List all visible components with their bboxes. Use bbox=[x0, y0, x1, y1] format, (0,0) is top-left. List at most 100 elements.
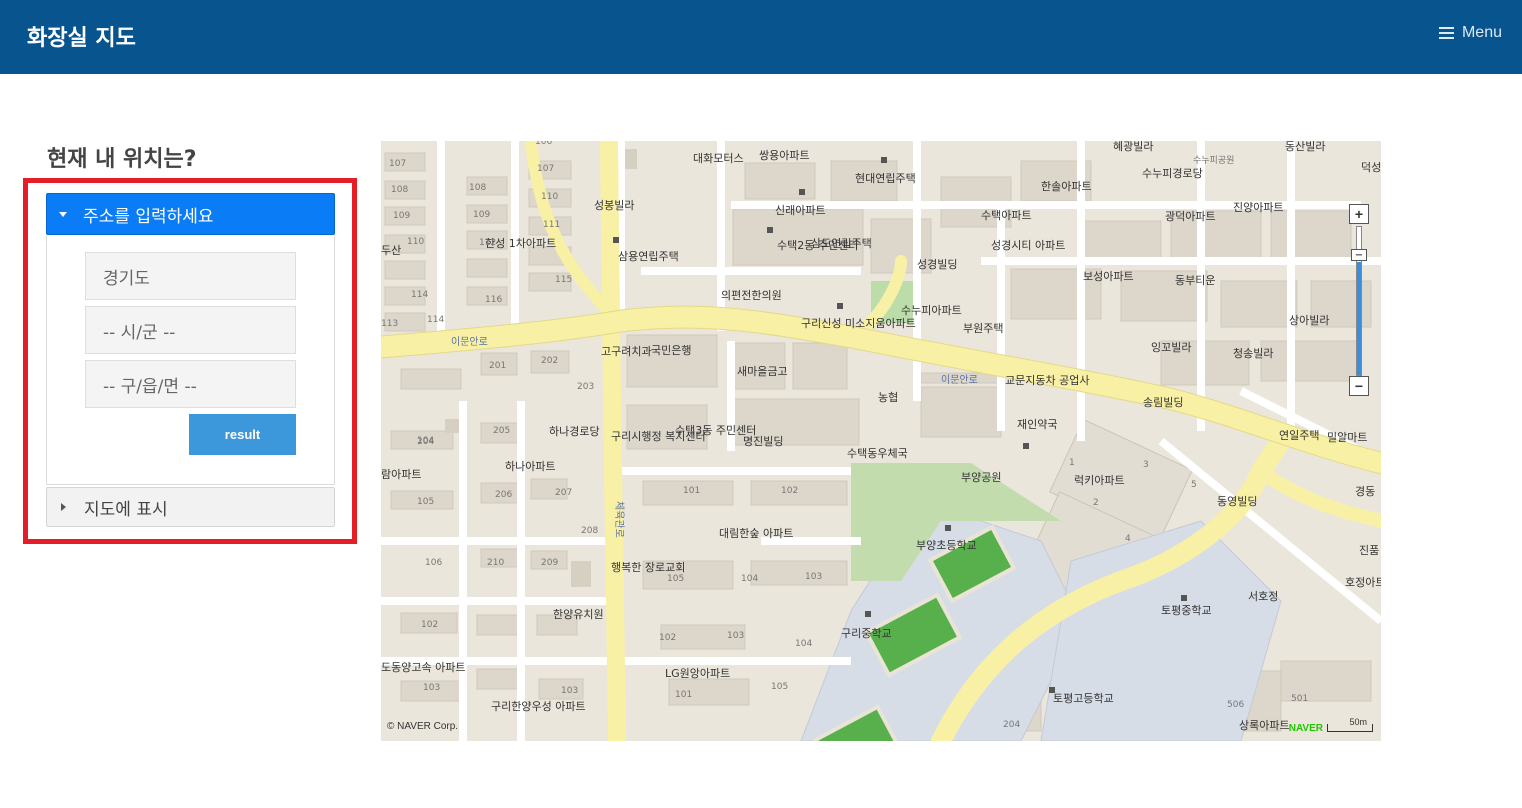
zoom-track-fill bbox=[1357, 262, 1361, 375]
map-label: 삼용연립주택 bbox=[618, 250, 679, 263]
building-number: 5 bbox=[1191, 480, 1197, 490]
map-label: 경동 bbox=[1355, 485, 1375, 498]
map-label: 대화모터스 bbox=[693, 152, 744, 165]
address-panel-header[interactable]: 주소를 입력하세요 bbox=[46, 193, 335, 235]
map-label: 부원주택 bbox=[963, 322, 1003, 335]
building-number: 110 bbox=[407, 237, 424, 247]
map-label: 상아빌라 bbox=[1289, 314, 1329, 327]
caret-down-icon bbox=[59, 211, 67, 217]
map-label: 고구려치과 bbox=[601, 345, 652, 358]
map-label: 신래아파트 bbox=[775, 204, 826, 217]
building-number: 101 bbox=[683, 486, 700, 496]
building-number: 103 bbox=[561, 686, 578, 696]
map-label: 구리신성 미소지움아파트 bbox=[801, 317, 916, 330]
map-label: 명진빌딩 bbox=[743, 435, 783, 448]
city-select[interactable]: -- 시/군 -- bbox=[85, 306, 296, 354]
building-number: 115 bbox=[555, 275, 572, 285]
poi-marker bbox=[1023, 443, 1029, 449]
map-label: 진품 bbox=[1359, 544, 1379, 557]
building-number: 107 bbox=[537, 164, 554, 174]
building-number: 102 bbox=[781, 486, 798, 496]
map-label: 광덕아파트 bbox=[1165, 210, 1216, 223]
building-number: 1 bbox=[1069, 458, 1075, 468]
district-select[interactable]: -- 구/읍/면 -- bbox=[85, 360, 296, 408]
map-label: 새마을금고 bbox=[737, 365, 788, 378]
map-label: 현대연립주택 bbox=[855, 172, 916, 185]
building-number: 113 bbox=[381, 319, 398, 329]
map-label: 송림빌딩 bbox=[1143, 396, 1183, 409]
map-label: 구리중학교 bbox=[841, 627, 892, 640]
zoom-out-button[interactable]: − bbox=[1349, 376, 1369, 396]
map-label: 농협 bbox=[878, 391, 898, 404]
map-label: 덕성 bbox=[1361, 161, 1381, 174]
poi-marker bbox=[767, 227, 773, 233]
zoom-in-button[interactable]: + bbox=[1349, 204, 1369, 224]
map-view[interactable]: 이문안로 이문안로 체육관로 대화모터스 쌍용아파트 현대연립주택 혜광빌라 수… bbox=[381, 141, 1381, 741]
building-number: 103 bbox=[727, 631, 744, 641]
building-number: 108 bbox=[469, 183, 486, 193]
building-number: 114 bbox=[427, 315, 444, 325]
zoom-slider-handle[interactable]: − bbox=[1351, 249, 1367, 261]
building-number: 110 bbox=[541, 192, 558, 202]
building-number: 204 bbox=[1003, 720, 1020, 730]
map-label: 연일주택 bbox=[1279, 428, 1319, 442]
map-label: 호정아트 bbox=[1345, 576, 1381, 589]
app-title[interactable]: 화장실 지도 bbox=[27, 20, 136, 52]
map-label: 동산빌라 bbox=[1285, 141, 1325, 153]
map-label: 구리한양우성 아파트 bbox=[491, 700, 586, 713]
road-label: 이문안로 bbox=[941, 374, 978, 386]
building-number: 106 bbox=[535, 141, 552, 147]
map-canvas: 이문안로 이문안로 체육관로 대화모터스 쌍용아파트 현대연립주택 혜광빌라 수… bbox=[381, 141, 1381, 741]
map-label: 하나경로당 bbox=[549, 424, 600, 438]
map-label: 수누피공원 bbox=[1193, 155, 1234, 166]
map-label: 부양초등학교 bbox=[916, 539, 977, 552]
map-label: 삼도연립주택 bbox=[811, 237, 872, 250]
road-label: 이문안로 bbox=[451, 336, 488, 348]
map-label: 두산 bbox=[381, 244, 401, 257]
scale-bar bbox=[1327, 724, 1373, 732]
building-number: 101 bbox=[675, 690, 692, 700]
map-label: 행복한 장로교회 bbox=[611, 561, 685, 574]
building-number: 201 bbox=[489, 361, 506, 371]
result-button[interactable]: result bbox=[189, 414, 296, 455]
naver-logo[interactable]: NAVER bbox=[1289, 723, 1323, 734]
map-panel-title: 지도에 표시 bbox=[84, 499, 168, 520]
menu-button[interactable]: Menu bbox=[1438, 24, 1502, 42]
building-number: 108 bbox=[391, 185, 408, 195]
map-label: 동영빌딩 bbox=[1217, 495, 1257, 508]
map-label: 람아파트 bbox=[381, 468, 421, 481]
province-select[interactable]: 경기도 bbox=[85, 252, 296, 300]
zoom-control: + − − bbox=[1347, 202, 1371, 400]
building-number: 109 bbox=[393, 211, 410, 221]
map-label: 보성아파트 bbox=[1083, 270, 1134, 283]
map-label: 잉꼬빌라 bbox=[1151, 341, 1191, 354]
poi-marker bbox=[799, 189, 805, 195]
map-label: 한솔아파트 bbox=[1041, 180, 1092, 193]
building-number: 4 bbox=[1125, 534, 1131, 544]
building-number: 2 bbox=[1093, 498, 1099, 508]
building-number: 105 bbox=[771, 682, 788, 692]
building-number: 206 bbox=[495, 490, 512, 500]
building-number: 104 bbox=[795, 639, 812, 649]
map-label: 럭키아파트 bbox=[1074, 474, 1125, 487]
map-label: 재인약국 bbox=[1017, 417, 1057, 431]
road-label: 체육관로 bbox=[613, 501, 625, 538]
map-label: 의편전한의원 bbox=[721, 289, 782, 302]
map-label: 혜광빌라 bbox=[1113, 141, 1153, 153]
map-label: 수택아파트 bbox=[981, 209, 1032, 222]
map-label: 성봉빌라 bbox=[594, 199, 634, 212]
map-label: 수택동우체국 bbox=[847, 447, 908, 460]
map-label: 한양유치원 bbox=[553, 608, 604, 621]
map-label: 토평중학교 bbox=[1161, 604, 1212, 617]
map-copyright: © NAVER Corp. bbox=[387, 721, 459, 732]
map-label: 대림한숲 아파트 bbox=[719, 527, 793, 540]
map-label: 청송빌라 bbox=[1233, 347, 1273, 360]
building-number: 107 bbox=[389, 159, 406, 169]
building-number: 202 bbox=[541, 356, 558, 366]
hamburger-icon bbox=[1438, 27, 1454, 39]
map-label: 토평고등학교 bbox=[1053, 692, 1114, 705]
building-number: 205 bbox=[493, 426, 510, 436]
address-panel-title: 주소를 입력하세요 bbox=[83, 206, 214, 227]
map-panel-header[interactable]: 지도에 표시 bbox=[46, 487, 335, 527]
building-number: 109 bbox=[473, 210, 490, 220]
